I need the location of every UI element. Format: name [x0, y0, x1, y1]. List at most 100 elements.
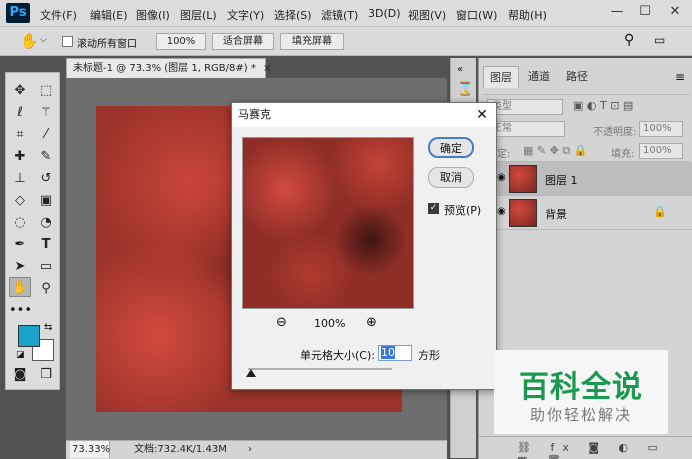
menu-window[interactable]: 窗口(W)	[456, 7, 497, 23]
menu-edit[interactable]: 编辑(E)	[90, 7, 128, 23]
preview-label: 预览(P)	[444, 204, 482, 217]
tab-paths[interactable]: 路径	[559, 66, 595, 88]
lock-row: 锁定: ▦ ✎ ✥ ⧉ 🔒 填充: 100%	[483, 140, 689, 162]
visibility-icon[interactable]: ◉	[497, 206, 506, 217]
default-colors-icon[interactable]: ◪	[16, 350, 25, 360]
layer-actions-icons[interactable]: ⛓ fx ◙ ◐ ▭ ▦ 🗑	[517, 441, 692, 459]
watermark: 百科全说 助你轻松解决	[494, 350, 668, 434]
menu-image[interactable]: 图像(I)	[136, 7, 170, 23]
filter-preview[interactable]	[242, 137, 414, 309]
gradient-tool-icon[interactable]: ▣	[35, 191, 57, 211]
fill-screen-button[interactable]: 填充屏幕	[280, 33, 344, 50]
fill-input[interactable]: 100%	[639, 143, 683, 159]
layer-thumbnail	[509, 165, 537, 193]
hand-tool-icon[interactable]: ✋	[9, 277, 31, 297]
lock-icons[interactable]: ▦ ✎ ✥ ⧉ 🔒	[523, 144, 587, 158]
layer-name: 图层 1	[545, 174, 578, 187]
preview-zoom: 100%	[314, 317, 346, 330]
lasso-tool-icon[interactable]: ℓ	[9, 103, 31, 123]
minimize-button[interactable]: —	[604, 2, 630, 22]
dodge-tool-icon[interactable]: ◔	[35, 213, 57, 233]
swap-colors-icon[interactable]: ⇆	[44, 322, 52, 333]
status-arrow-icon[interactable]: ›	[248, 441, 252, 458]
zoom-out-icon[interactable]: ⊖	[276, 315, 287, 330]
close-tab-icon[interactable]: ×	[263, 63, 271, 74]
filter-row: 类型 ▣ ◐ T ⊡ ▤	[483, 94, 689, 118]
menu-view[interactable]: 视图(V)	[408, 7, 446, 23]
cancel-button[interactable]: 取消	[428, 167, 474, 188]
panel-menu-icon[interactable]: ≡	[675, 70, 685, 84]
photoshop-logo: Ps	[6, 3, 30, 23]
zoom-100-button[interactable]: 100%	[156, 33, 206, 50]
opacity-label: 不透明度:	[593, 127, 637, 138]
cell-size-input[interactable]: 10	[378, 345, 412, 361]
layer-row-background[interactable]: ◉ 背景 🔒	[479, 196, 692, 230]
close-window-button[interactable]: ✕	[662, 2, 688, 22]
more-tools-icon[interactable]: •••	[9, 301, 32, 321]
lock-icon: 🔒	[653, 205, 667, 218]
document-title: 未标题-1 @ 73.3% (图层 1, RGB/8#) *	[73, 63, 256, 74]
move-tool-icon[interactable]: ✥	[9, 81, 31, 101]
doc-info: 文档:732.4K/1.43M	[134, 444, 227, 455]
chevron-down-icon[interactable]: ⌵	[40, 35, 47, 45]
menu-file[interactable]: 文件(F)	[40, 7, 77, 23]
dialog-title: 马赛克	[232, 103, 496, 127]
zoom-level[interactable]: 73.33%	[70, 441, 110, 458]
menu-3d[interactable]: 3D(D)	[368, 7, 401, 20]
document-tab[interactable]: 未标题-1 @ 73.3% (图层 1, RGB/8#) * ×	[66, 58, 271, 78]
marquee-tool-icon[interactable]: ⬚	[35, 81, 57, 101]
screen-mode-icon[interactable]: ❐	[35, 365, 57, 385]
menu-type[interactable]: 文字(Y)	[227, 7, 264, 23]
scroll-all-label: 滚动所有窗口	[77, 39, 137, 50]
blur-tool-icon[interactable]: ◌	[9, 213, 31, 233]
opacity-input[interactable]: 100%	[639, 121, 683, 137]
cell-unit-label: 方形	[418, 349, 440, 362]
layer-thumbnail	[509, 199, 537, 227]
menu-select[interactable]: 选择(S)	[274, 7, 312, 23]
search-icon[interactable]: ⚲	[624, 32, 634, 48]
stamp-tool-icon[interactable]: ⊥	[9, 169, 31, 189]
collapse-icon[interactable]: «	[457, 64, 463, 75]
kind-filter-select[interactable]: 类型	[487, 99, 563, 115]
brush-tool-icon[interactable]: ✎	[35, 147, 57, 167]
preview-checkbox[interactable]: ✓	[428, 203, 439, 214]
hand-icon[interactable]: ✋	[20, 32, 39, 50]
slider-thumb[interactable]	[245, 369, 256, 377]
history-brush-icon[interactable]: ↺	[35, 169, 57, 189]
shape-tool-icon[interactable]: ▭	[35, 257, 57, 277]
type-tool-icon[interactable]: T	[35, 235, 57, 255]
scroll-all-checkbox[interactable]	[62, 36, 73, 47]
magic-wand-icon[interactable]: ⚚	[35, 103, 57, 123]
fit-screen-button[interactable]: 适合屏幕	[212, 33, 274, 50]
menu-filter[interactable]: 滤镜(T)	[321, 7, 358, 23]
healing-brush-icon[interactable]: ✚	[9, 147, 31, 167]
menu-help[interactable]: 帮助(H)	[508, 7, 547, 23]
layers-footer: ⛓ fx ◙ ◐ ▭ ▦ 🗑	[479, 436, 692, 459]
tab-channels[interactable]: 通道	[521, 66, 557, 88]
zoom-in-icon[interactable]: ⊕	[366, 315, 377, 330]
cell-size-label: 单元格大小(C):	[300, 349, 375, 362]
ok-button[interactable]: 确定	[428, 137, 474, 158]
filter-icons[interactable]: ▣ ◐ T ⊡ ▤	[573, 99, 633, 112]
foreground-color-swatch[interactable]	[18, 325, 40, 347]
history-panel-icon[interactable]: ⌛	[457, 82, 473, 97]
menu-layer[interactable]: 图层(L)	[180, 7, 217, 23]
workspace-icon[interactable]: ▭	[654, 33, 665, 47]
crop-tool-icon[interactable]: ⌗	[9, 125, 31, 145]
mosaic-dialog: 马赛克 ✕ 确定 取消 ✓ 预览(P) ⊖ 100% ⊕ 单元格大小(C): 1…	[231, 102, 497, 390]
layer-name: 背景	[545, 208, 567, 221]
eraser-tool-icon[interactable]: ◇	[9, 191, 31, 211]
toolbox: ✥ ⬚ ℓ ⚚ ⌗ ⁄ ✚ ✎ ⊥ ↺ ◇ ▣ ◌ ◔ ✒ T ➤ ▭ ✋ ⚲ …	[5, 72, 60, 390]
visibility-icon[interactable]: ◉	[497, 172, 506, 183]
close-icon[interactable]: ✕	[472, 105, 492, 125]
tab-layers[interactable]: 图层	[483, 66, 519, 88]
cell-size-slider[interactable]	[248, 368, 392, 370]
pen-tool-icon[interactable]: ✒	[9, 235, 31, 255]
path-select-icon[interactable]: ➤	[9, 257, 31, 277]
maximize-button[interactable]: ☐	[632, 2, 658, 22]
blend-mode-select[interactable]: 正常	[487, 121, 565, 137]
eyedropper-icon[interactable]: ⁄	[35, 125, 57, 145]
layer-row-layer1[interactable]: ◉ 图层 1	[479, 162, 692, 196]
quick-mask-icon[interactable]: ◙	[9, 365, 31, 385]
zoom-tool-icon[interactable]: ⚲	[35, 279, 57, 299]
